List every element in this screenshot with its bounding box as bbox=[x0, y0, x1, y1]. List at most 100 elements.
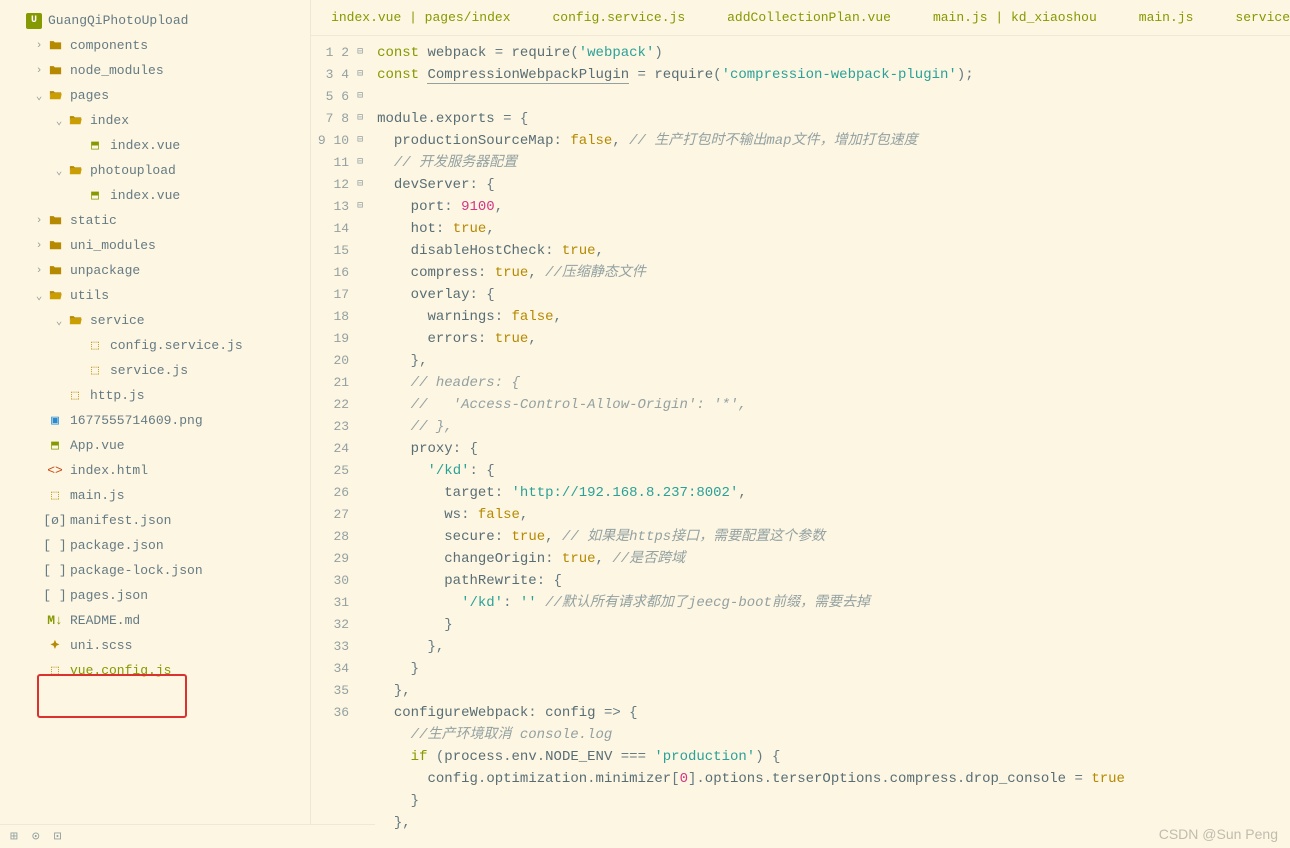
tree-label: uni_modules bbox=[70, 238, 156, 253]
code-content[interactable]: const webpack = require('webpack') const… bbox=[371, 36, 1290, 848]
file-explorer[interactable]: UGuangQiPhotoUpload›components›node_modu… bbox=[0, 0, 311, 848]
tree-row[interactable]: ⬒ App.vue bbox=[0, 433, 310, 458]
watermark: CSDN @Sun Peng bbox=[1159, 826, 1278, 842]
tree-label: 1677555714609.png bbox=[70, 413, 203, 428]
tree-row[interactable]: [ ] package-lock.json bbox=[0, 558, 310, 583]
tree-row[interactable]: 🟆 uni.scss bbox=[0, 633, 310, 658]
folder-icon bbox=[46, 262, 64, 280]
folder-open-icon bbox=[66, 112, 84, 130]
tree-row[interactable]: ⬚main.js bbox=[0, 483, 310, 508]
tree-label: components bbox=[70, 38, 148, 53]
tree-row[interactable]: ⌄photoupload bbox=[0, 158, 310, 183]
tree-label: package-lock.json bbox=[70, 563, 203, 578]
tree-row[interactable]: › uni_modules bbox=[0, 233, 310, 258]
chevron-icon[interactable]: › bbox=[32, 240, 46, 252]
tree-row[interactable]: ⬒index.vue bbox=[0, 133, 310, 158]
json-file-icon: [ ] bbox=[46, 587, 64, 605]
tree-row[interactable]: ⬚http.js bbox=[0, 383, 310, 408]
tree-row[interactable]: M↓ README.md bbox=[0, 608, 310, 633]
json-file-icon: [ ] bbox=[46, 537, 64, 555]
tree-row[interactable]: › components bbox=[0, 33, 310, 58]
editor-tab[interactable]: config.service.js bbox=[553, 10, 686, 25]
chevron-icon[interactable]: › bbox=[32, 65, 46, 77]
tree-row[interactable]: › static bbox=[0, 208, 310, 233]
html-file-icon: <> bbox=[46, 462, 64, 480]
tree-row[interactable]: ⌄ utils bbox=[0, 283, 310, 308]
tree-label: package.json bbox=[70, 538, 164, 553]
tree-label: App.vue bbox=[70, 438, 125, 453]
tree-row[interactable]: › node_modules bbox=[0, 58, 310, 83]
folder-icon bbox=[46, 212, 64, 230]
editor-tab[interactable]: service bbox=[1235, 10, 1290, 25]
folder-icon bbox=[46, 62, 64, 80]
md-file-icon: M↓ bbox=[46, 612, 64, 630]
chevron-icon[interactable]: › bbox=[32, 215, 46, 227]
tree-row[interactable]: U GuangQiPhotoUpload bbox=[0, 8, 310, 33]
json-file-icon: [ø] bbox=[46, 512, 64, 530]
js-file-icon: ⬚ bbox=[66, 387, 84, 405]
folder-open-icon bbox=[66, 162, 84, 180]
editor-tab[interactable]: main.js bbox=[1139, 10, 1194, 25]
tree-label: main.js bbox=[70, 488, 125, 503]
editor-tab[interactable]: addCollectionPlan.vue bbox=[727, 10, 891, 25]
js-file-icon: ⬚ bbox=[86, 337, 104, 355]
json-file-icon: [ ] bbox=[46, 562, 64, 580]
tree-label: pages bbox=[70, 88, 109, 103]
tree-row[interactable]: ⬒index.vue bbox=[0, 183, 310, 208]
chevron-icon[interactable]: ⌄ bbox=[52, 114, 66, 128]
tree-label: static bbox=[70, 213, 117, 228]
chevron-icon[interactable]: ⌄ bbox=[52, 314, 66, 328]
tree-label: uni.scss bbox=[70, 638, 132, 653]
tree-label: README.md bbox=[70, 613, 140, 628]
tree-row[interactable]: [ ] pages.json bbox=[0, 583, 310, 608]
image-file-icon: ▣ bbox=[46, 412, 64, 430]
fold-column[interactable]: ⊟ ⊟ ⊟ ⊟ ⊟ ⊟ ⊟ ⊟ bbox=[357, 36, 371, 848]
js-file-icon: ⬚ bbox=[86, 362, 104, 380]
tree-label: index.vue bbox=[110, 188, 180, 203]
project-icon: U bbox=[26, 13, 42, 29]
chevron-icon[interactable]: ⌄ bbox=[32, 289, 46, 303]
tree-label: pages.json bbox=[70, 588, 148, 603]
tree-row[interactable]: [ø]manifest.json bbox=[0, 508, 310, 533]
folder-open-icon bbox=[46, 287, 64, 305]
tree-label: node_modules bbox=[70, 63, 164, 78]
tree-row[interactable]: ⌄service bbox=[0, 308, 310, 333]
tree-row[interactable]: ⬚ vue.config.js bbox=[0, 658, 310, 683]
chevron-icon[interactable]: › bbox=[32, 40, 46, 52]
status-icon[interactable]: ⊙ bbox=[32, 829, 40, 844]
tree-label: utils bbox=[70, 288, 109, 303]
tree-label: service.js bbox=[110, 363, 188, 378]
tree-label: index.html bbox=[70, 463, 148, 478]
editor-pane: index.vue | pages/index config.service.js… bbox=[311, 0, 1290, 848]
tree-row[interactable]: [ ] package.json bbox=[0, 533, 310, 558]
js-file-icon: ⬚ bbox=[46, 662, 64, 680]
line-gutter: 1 2 3 4 5 6 7 8 9 10 11 12 13 14 15 16 1… bbox=[311, 36, 357, 848]
chevron-icon[interactable]: › bbox=[32, 265, 46, 277]
chevron-icon[interactable]: ⌄ bbox=[32, 89, 46, 103]
folder-icon bbox=[46, 37, 64, 55]
tree-label: GuangQiPhotoUpload bbox=[48, 13, 188, 28]
tree-row[interactable]: ⌄ pages bbox=[0, 83, 310, 108]
tree-label: vue.config.js bbox=[70, 663, 171, 678]
folder-icon bbox=[46, 237, 64, 255]
tree-label: unpackage bbox=[70, 263, 140, 278]
code-area[interactable]: 1 2 3 4 5 6 7 8 9 10 11 12 13 14 15 16 1… bbox=[311, 36, 1290, 848]
tree-row[interactable]: › unpackage bbox=[0, 258, 310, 283]
status-icon[interactable]: ⊞ bbox=[10, 829, 18, 844]
vue-file-icon: ⬒ bbox=[46, 437, 64, 455]
tree-row[interactable]: <> index.html bbox=[0, 458, 310, 483]
tree-row[interactable]: ⬚ service.js bbox=[0, 358, 310, 383]
tree-row[interactable]: ⬚ config.service.js bbox=[0, 333, 310, 358]
tree-label: index.vue bbox=[110, 138, 180, 153]
editor-tab[interactable]: index.vue | pages/index bbox=[331, 10, 510, 25]
editor-tab[interactable]: main.js | kd_xiaoshou bbox=[933, 10, 1097, 25]
tree-row[interactable]: ⌄index bbox=[0, 108, 310, 133]
tree-label: config.service.js bbox=[110, 338, 243, 353]
chevron-icon[interactable]: ⌄ bbox=[52, 164, 66, 178]
folder-open-icon bbox=[46, 87, 64, 105]
status-bar: ⊞ ⊙ ⊡ bbox=[0, 824, 375, 848]
tree-row[interactable]: ▣ 1677555714609.png bbox=[0, 408, 310, 433]
status-icon[interactable]: ⊡ bbox=[54, 829, 62, 844]
scss-file-icon: 🟆 bbox=[46, 637, 64, 655]
editor-tabs: index.vue | pages/index config.service.js… bbox=[311, 0, 1290, 36]
